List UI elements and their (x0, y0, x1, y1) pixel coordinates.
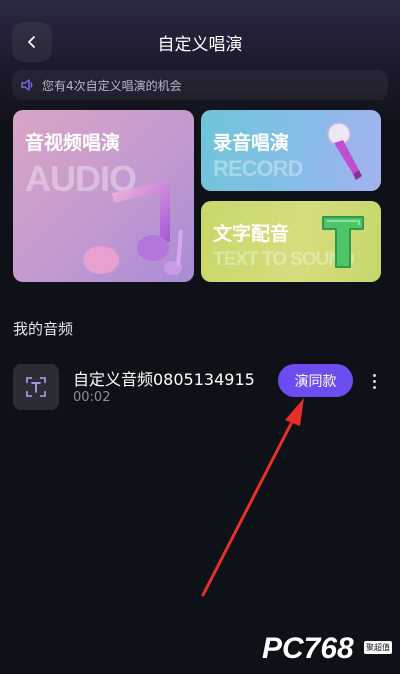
page-title: 自定义唱演 (157, 35, 243, 55)
audio-video-performance-card[interactable]: 音视频唱演 AUDIO (13, 110, 194, 282)
card-title: 音视频唱演 (25, 132, 121, 154)
audio-duration: 00:02 (73, 390, 111, 405)
site-watermark-logo: PC768 (262, 632, 354, 665)
card-title: 录音唱演 (213, 132, 290, 154)
audio-thumbnail (13, 364, 59, 410)
site-watermark-badge: 聚超值 (364, 641, 392, 654)
perform-same-button[interactable]: 演同款 (278, 364, 353, 397)
text-frame-icon (26, 377, 46, 397)
microphone-icon (327, 122, 362, 180)
music-note-icon (83, 181, 183, 275)
notice-text: 您有4次自定义唱演的机会 (42, 78, 182, 93)
audio-name: 自定义音频0805134915 (73, 370, 255, 389)
list-item[interactable]: 自定义音频0805134915 00:02 演同款 (0, 356, 400, 416)
speaker-icon (21, 79, 33, 91)
card-watermark: RECORD (213, 156, 303, 181)
more-options-icon[interactable] (364, 368, 384, 394)
letter-t-icon (322, 216, 364, 268)
card-title: 文字配音 (213, 223, 290, 245)
text-dubbing-card[interactable]: 文字配音 TEXT TO SOUND (201, 201, 381, 282)
record-performance-card[interactable]: 录音唱演 RECORD (201, 110, 381, 191)
section-title-my-audio: 我的音频 (13, 320, 74, 338)
notice-bar: 您有4次自定义唱演的机会 (12, 70, 388, 100)
